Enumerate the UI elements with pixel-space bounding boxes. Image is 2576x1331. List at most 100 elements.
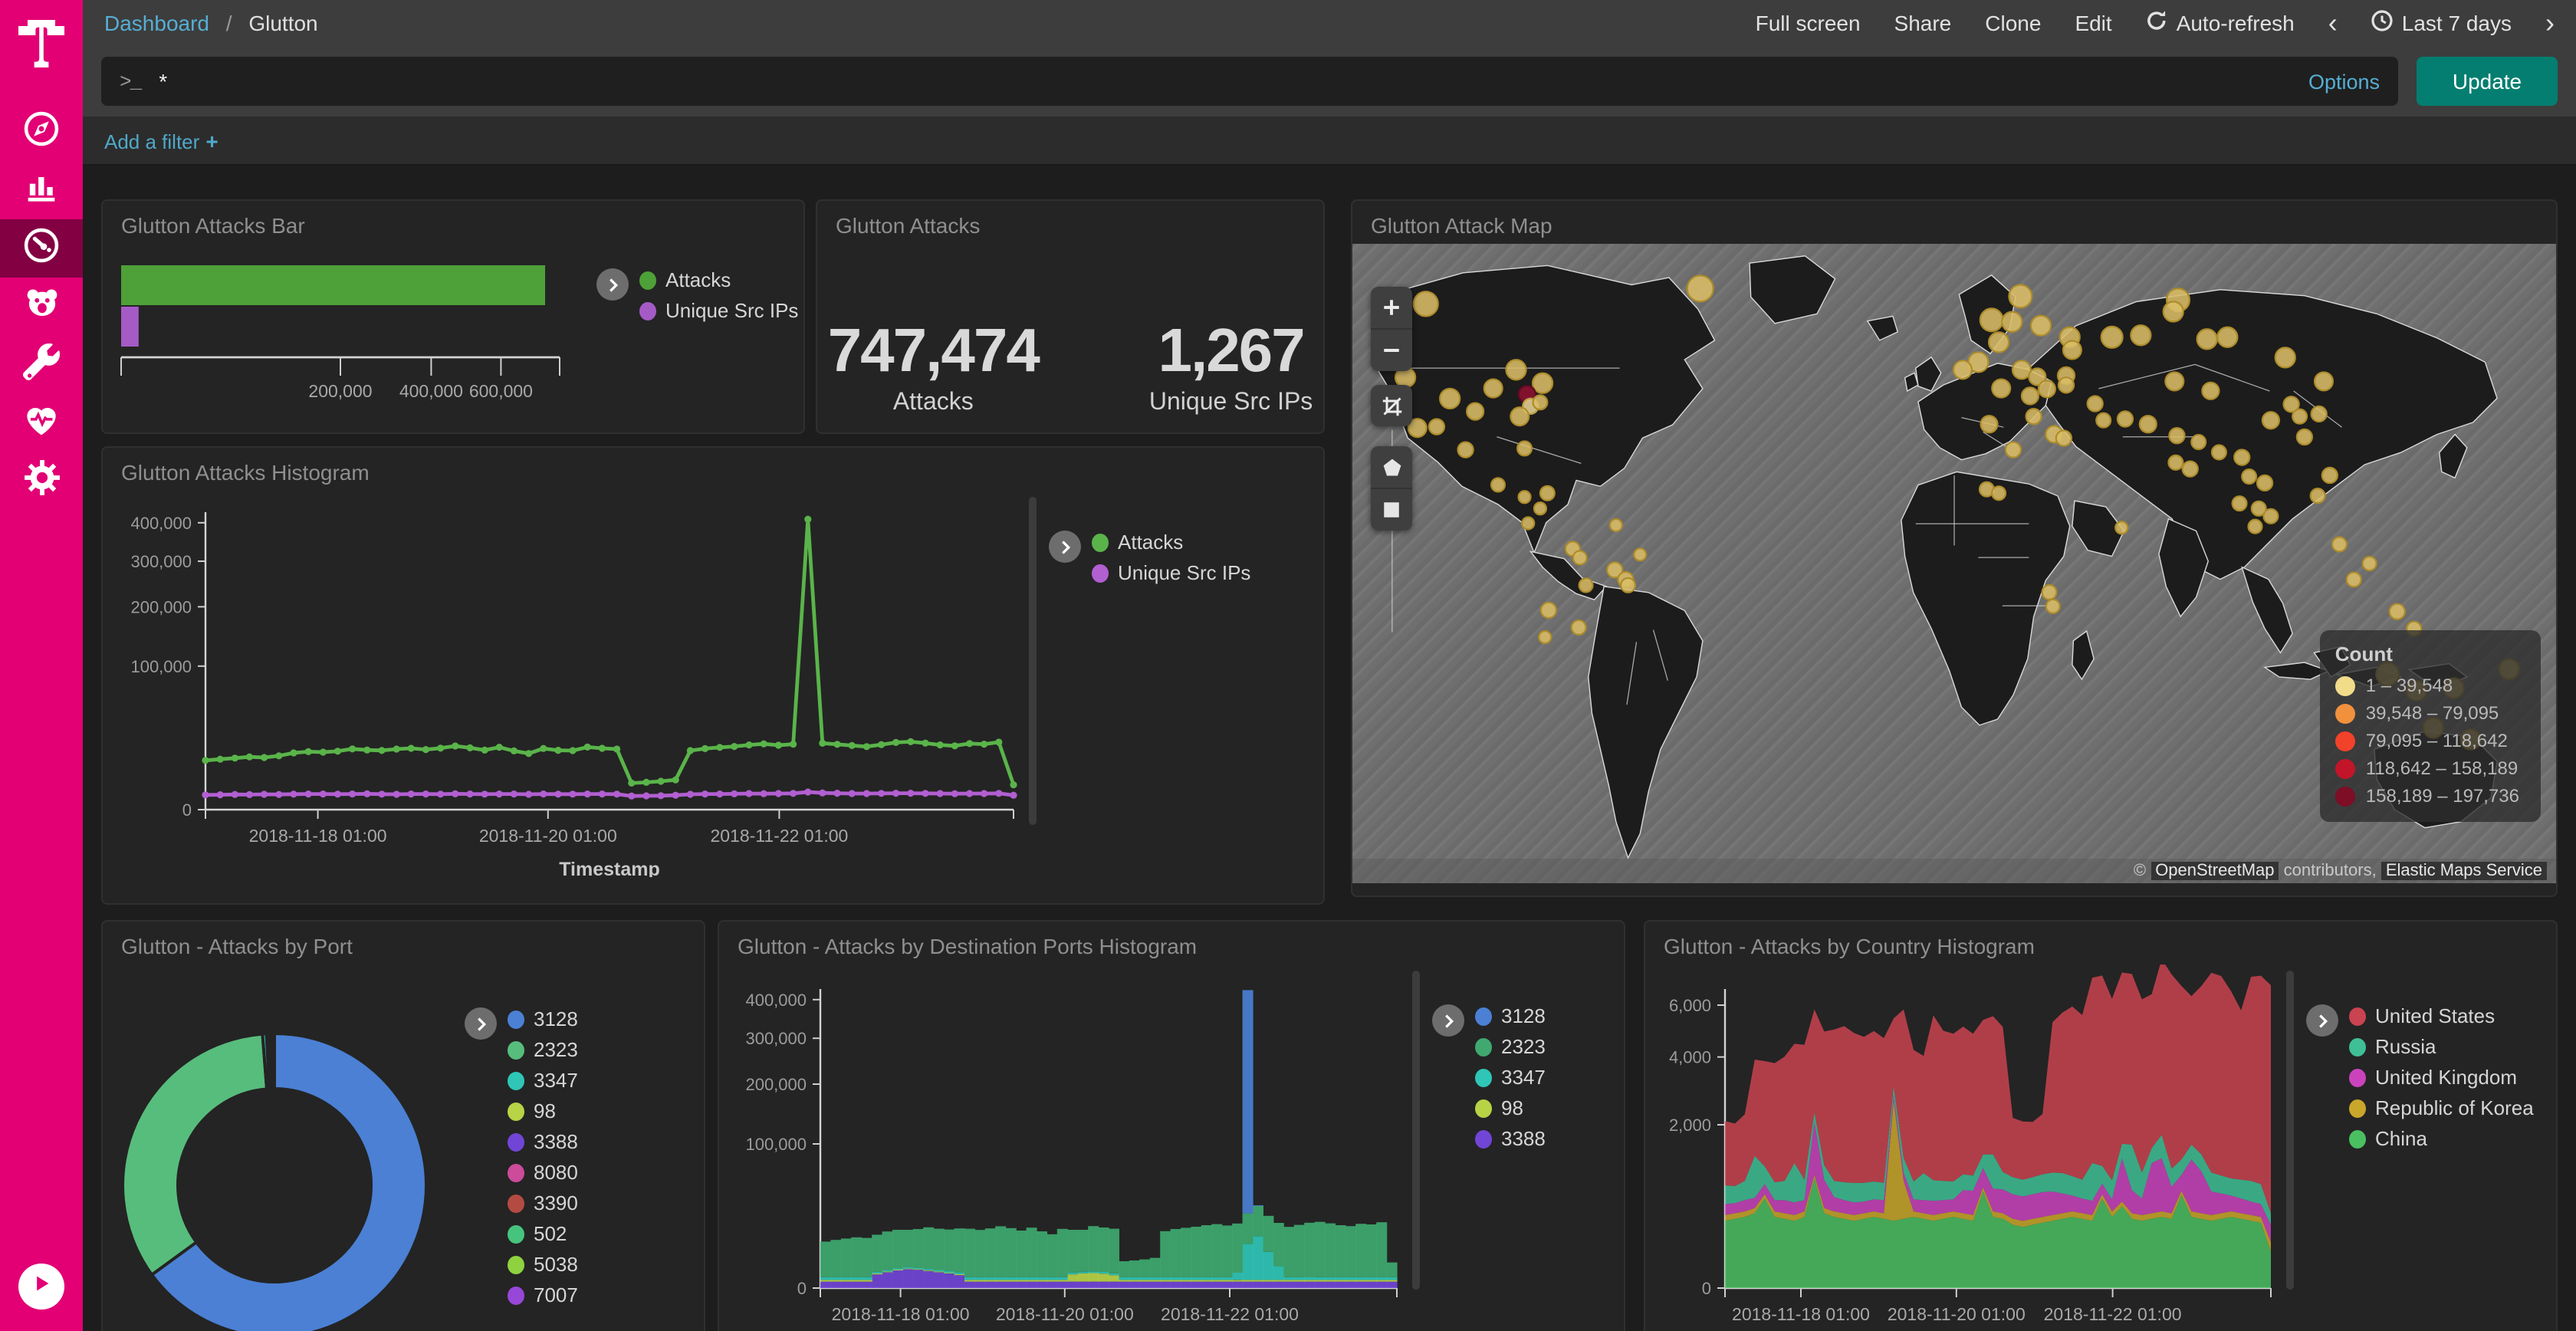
attack-bubble[interactable] [1522, 517, 1534, 529]
attack-bubble[interactable] [1992, 486, 2006, 500]
attack-bubble[interactable] [1510, 407, 1529, 426]
zoom-in-button[interactable] [1371, 287, 1412, 328]
attack-bubble[interactable] [2042, 585, 2057, 600]
legend-toggle-button[interactable] [2306, 1004, 2338, 1037]
legend-toggle-button[interactable] [596, 268, 629, 301]
add-filter-link[interactable]: Add a filter+ [104, 128, 219, 153]
attack-bubble[interactable] [1467, 403, 1484, 420]
sidebar-item-monitoring[interactable] [0, 394, 83, 452]
sidebar-item-honeypot[interactable] [0, 278, 83, 336]
attack-bubble[interactable] [1458, 442, 1474, 458]
attack-bubble[interactable] [2165, 372, 2183, 390]
full-screen-button[interactable]: Full screen [1756, 11, 1861, 35]
attack-bubble[interactable] [2262, 412, 2279, 429]
attacks-by-port-donut[interactable] [103, 965, 465, 1331]
legend-item[interactable]: United Kingdom [2349, 1066, 2534, 1089]
legend-toggle-button[interactable] [1432, 1004, 1464, 1037]
clone-button[interactable]: Clone [1985, 11, 2041, 35]
attack-bubble[interactable] [1610, 519, 1622, 531]
attack-bubble[interactable] [2197, 329, 2217, 349]
legend-scrollbar[interactable] [2286, 971, 2294, 1290]
attack-bubble[interactable] [1621, 578, 1635, 593]
legend-item[interactable]: 3347 [508, 1069, 578, 1092]
update-button[interactable]: Update [2417, 57, 2558, 106]
country-histogram-chart[interactable]: 02,0004,0006,0002018-11-18 01:002018-11-… [1651, 965, 2286, 1331]
attack-bubble[interactable] [2022, 387, 2039, 404]
legend-item[interactable]: 2323 [508, 1038, 578, 1061]
attack-bubble[interactable] [2332, 537, 2347, 552]
draw-rectangle-icon[interactable] [1371, 488, 1412, 531]
sidebar-item-dashboard[interactable] [0, 219, 83, 278]
attack-bubble[interactable] [2101, 327, 2123, 348]
attack-bubble[interactable] [2096, 413, 2111, 428]
attack-bubble[interactable] [1533, 373, 1552, 393]
attack-bubble[interactable] [2006, 442, 2021, 458]
legend-toggle-button[interactable] [465, 1007, 497, 1040]
attacks-bar-chart[interactable]: 200,000400,000600,000 [112, 244, 572, 416]
legend-item[interactable]: Republic of Korea [2349, 1096, 2534, 1119]
legend-scrollbar[interactable] [1029, 497, 1037, 825]
attack-bubble[interactable] [2169, 428, 2184, 443]
legend-item[interactable]: 3390 [508, 1191, 578, 1214]
attack-map[interactable]: Count 1 – 39,54839,548 – 79,09579,095 – … [1352, 244, 2556, 883]
attack-bubble[interactable] [2292, 409, 2307, 424]
attack-bubble[interactable] [2191, 435, 2206, 449]
attack-bubble[interactable] [2212, 445, 2226, 459]
legend-scrollbar[interactable] [1412, 971, 1420, 1290]
zoom-out-button[interactable] [1371, 328, 1412, 371]
attack-bubble[interactable] [2063, 341, 2082, 360]
legend-item[interactable]: 3388 [508, 1130, 578, 1153]
attack-bubble[interactable] [1573, 550, 1587, 564]
attack-bubble[interactable] [2164, 301, 2183, 321]
draw-polygon-icon[interactable] [1371, 446, 1412, 488]
attack-bubble[interactable] [2058, 377, 2074, 393]
search-input[interactable]: >_ Options [101, 57, 2398, 106]
attack-bubble[interactable] [1540, 486, 1555, 501]
attack-bubble[interactable] [2168, 455, 2183, 470]
attack-bubble[interactable] [2233, 496, 2247, 511]
attack-bubble[interactable] [2322, 468, 2338, 483]
attack-bubble[interactable] [1989, 332, 2009, 352]
attack-bubble[interactable] [2263, 509, 2278, 524]
attack-bubble[interactable] [1519, 491, 1531, 503]
attack-bubble[interactable] [2183, 462, 2198, 477]
legend-item[interactable]: China [2349, 1127, 2534, 1150]
sidebar-collapse-button[interactable] [18, 1264, 64, 1310]
attack-bubble[interactable] [2363, 557, 2377, 570]
attack-bubble[interactable] [2217, 327, 2237, 347]
attack-bubble[interactable] [2202, 383, 2219, 399]
query-input[interactable] [156, 67, 2293, 95]
attack-bubble[interactable] [2002, 312, 2022, 332]
attack-bubble[interactable] [2056, 430, 2072, 445]
legend-item[interactable]: 5038 [508, 1253, 578, 1276]
attack-bubble[interactable] [2026, 409, 2042, 424]
attack-bubble[interactable] [2390, 604, 2405, 619]
legend-toggle-button[interactable] [1049, 531, 1081, 563]
fit-bounds-icon[interactable] [1371, 385, 1412, 426]
attack-bubble[interactable] [2315, 372, 2333, 390]
time-picker-button[interactable]: Last 7 days [2371, 9, 2512, 37]
attack-bubble[interactable] [2297, 429, 2312, 445]
sidebar-item-management[interactable] [0, 452, 83, 511]
attack-bubble[interactable] [2088, 396, 2103, 411]
attack-bubble[interactable] [2118, 411, 2133, 426]
legend-item[interactable]: Attacks [639, 268, 798, 291]
legend-item[interactable]: 2323 [1475, 1035, 1546, 1058]
attack-bubble[interactable] [1953, 360, 1972, 379]
sidebar-item-visualize[interactable] [0, 161, 83, 219]
legend-item[interactable]: Attacks [1092, 531, 1250, 554]
attack-bubble[interactable] [1992, 380, 2010, 398]
attack-bubble[interactable] [1429, 419, 1444, 434]
telekom-t-logo[interactable] [18, 15, 64, 75]
attack-bubble[interactable] [2249, 520, 2262, 534]
legend-item[interactable]: 502 [508, 1222, 578, 1245]
destination-ports-chart[interactable]: 0100,000200,000300,000400,0002018-11-18 … [725, 965, 1412, 1331]
attack-bubble[interactable] [1572, 620, 1586, 635]
attack-bubble[interactable] [2257, 475, 2272, 491]
attack-bubble[interactable] [1539, 631, 1551, 643]
legend-item[interactable]: 3128 [1475, 1004, 1546, 1027]
attack-bubble[interactable] [1687, 275, 1714, 301]
attack-bubble[interactable] [2275, 347, 2295, 367]
attack-bubble[interactable] [2312, 406, 2327, 422]
attack-bubble[interactable] [1534, 502, 1546, 514]
